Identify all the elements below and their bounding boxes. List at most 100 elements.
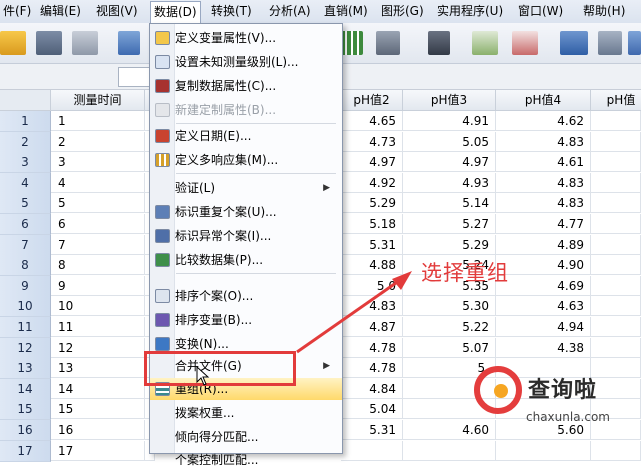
table-cell-ph2[interactable]: 4.97: [341, 152, 403, 172]
table-cell-time[interactable]: 3: [51, 152, 145, 172]
table-cell-time[interactable]: 15: [51, 399, 145, 419]
menu-graphs[interactable]: 图形(G): [378, 0, 427, 23]
menu-item-sort-cases[interactable]: 排序个案(O)...: [150, 285, 342, 307]
table-cell-ph3[interactable]: 5.30: [403, 296, 496, 316]
table-cell-ph3[interactable]: 4.93: [403, 173, 496, 193]
row-header[interactable]: 15: [0, 399, 51, 420]
table-cell-ph2[interactable]: 4.65: [341, 111, 403, 131]
menu-item-propensity-score-matching[interactable]: 倾向得分匹配...: [150, 426, 342, 448]
table-cell-ph5[interactable]: [591, 296, 641, 316]
table-cell-time[interactable]: 6: [51, 214, 145, 234]
menu-direct-marketing[interactable]: 直销(M): [321, 0, 371, 23]
table-cell-time[interactable]: 9: [51, 276, 145, 296]
menu-item-define-variable-properties[interactable]: 定义变量属性(V)...: [150, 27, 342, 49]
row-header[interactable]: 14: [0, 379, 51, 400]
menu-item-define-multiple-response[interactable]: 定义多响应集(M)...: [150, 149, 342, 171]
column-header-ph3[interactable]: pH值3: [403, 90, 496, 111]
row-header[interactable]: 2: [0, 132, 51, 153]
table-cell-ph5[interactable]: [591, 132, 641, 152]
column-header-ph4[interactable]: pH值4: [496, 90, 591, 111]
table-cell-time[interactable]: 17: [51, 441, 145, 461]
table-cell-ph3[interactable]: 4.97: [403, 152, 496, 172]
row-header[interactable]: 1: [0, 111, 51, 132]
table-cell-ph5[interactable]: [591, 235, 641, 255]
menu-file[interactable]: 件(F): [0, 0, 34, 23]
menu-item-set-measurement-level[interactable]: 设置未知测量级别(L)...: [150, 51, 342, 73]
table-cell-ph2[interactable]: 5.0: [341, 276, 403, 296]
table-cell-ph2[interactable]: 4.83: [341, 296, 403, 316]
insert-variable-icon[interactable]: [341, 31, 363, 55]
row-header[interactable]: 16: [0, 420, 51, 441]
table-cell-ph2[interactable]: 4.78: [341, 338, 403, 358]
table-cell-time[interactable]: 7: [51, 235, 145, 255]
table-cell-ph2[interactable]: 4.84: [341, 379, 403, 399]
select-cases-icon[interactable]: [472, 31, 498, 55]
menu-item-sort-variables[interactable]: 排序变量(B)...: [150, 309, 342, 331]
find-binoculars-icon[interactable]: [428, 31, 450, 55]
table-cell-ph4[interactable]: 4.62: [496, 111, 591, 131]
menu-item-copy-data-properties[interactable]: 复制数据属性(C)...: [150, 75, 342, 97]
row-header[interactable]: 4: [0, 173, 51, 194]
column-header-time[interactable]: 测量时间: [51, 90, 145, 111]
table-cell-time[interactable]: 12: [51, 338, 145, 358]
table-cell-ph2[interactable]: 5.31: [341, 420, 403, 440]
menu-view[interactable]: 视图(V): [93, 0, 141, 23]
row-header[interactable]: 7: [0, 235, 51, 256]
value-labels-icon[interactable]: [560, 31, 588, 55]
table-cell-time[interactable]: 10: [51, 296, 145, 316]
table-cell-ph2[interactable]: 4.73: [341, 132, 403, 152]
menu-item-case-control-matching[interactable]: 个案控制匹配...: [150, 449, 342, 471]
table-cell-ph3[interactable]: 5.27: [403, 214, 496, 234]
row-header[interactable]: 11: [0, 317, 51, 338]
cell-value-input[interactable]: [118, 67, 150, 87]
scale-icon[interactable]: [598, 31, 622, 55]
row-header[interactable]: 8: [0, 255, 51, 276]
row-header[interactable]: 9: [0, 276, 51, 297]
dialog-recall-icon[interactable]: [118, 31, 140, 55]
row-header[interactable]: 6: [0, 214, 51, 235]
table-cell-ph4[interactable]: 4.63: [496, 296, 591, 316]
table-cell-ph2[interactable]: [341, 441, 403, 461]
menu-item-identify-unusual-cases[interactable]: 标识异常个案(I)...: [150, 225, 342, 247]
table-cell-ph4[interactable]: 4.38: [496, 338, 591, 358]
table-cell-ph4[interactable]: 4.83: [496, 173, 591, 193]
table-cell-ph2[interactable]: 4.88: [341, 255, 403, 275]
menu-transform[interactable]: 转换(T): [208, 0, 255, 23]
table-cell-ph2[interactable]: 4.87: [341, 317, 403, 337]
table-cell-ph4[interactable]: 4.90: [496, 255, 591, 275]
print-icon[interactable]: [72, 31, 98, 55]
grid-icon[interactable]: [628, 31, 641, 55]
table-cell-ph4[interactable]: 4.83: [496, 193, 591, 213]
table-cell-ph5[interactable]: [591, 214, 641, 234]
table-cell-ph5[interactable]: [591, 152, 641, 172]
menu-help[interactable]: 帮助(H): [580, 0, 628, 23]
table-cell-ph4[interactable]: 4.83: [496, 132, 591, 152]
table-cell-ph5[interactable]: [591, 317, 641, 337]
table-cell-ph4[interactable]: 4.69: [496, 276, 591, 296]
table-cell-ph2[interactable]: 5.18: [341, 214, 403, 234]
table-cell-ph5[interactable]: [591, 193, 641, 213]
table-cell-time[interactable]: 13: [51, 358, 145, 378]
column-header-ph2[interactable]: pH值2: [341, 90, 403, 111]
table-cell-ph3[interactable]: 5.07: [403, 338, 496, 358]
table-cell-ph4[interactable]: 4.61: [496, 152, 591, 172]
table-cell-time[interactable]: 2: [51, 132, 145, 152]
menu-data[interactable]: 数据(D): [150, 1, 201, 24]
table-cell-ph3[interactable]: 5.05: [403, 132, 496, 152]
menu-analyze[interactable]: 分析(A): [266, 0, 314, 23]
menu-edit[interactable]: 编辑(E): [37, 0, 84, 23]
row-header[interactable]: 12: [0, 338, 51, 359]
table-cell-ph3[interactable]: 5.29: [403, 235, 496, 255]
menu-window[interactable]: 窗口(W): [515, 0, 566, 23]
row-header[interactable]: 3: [0, 152, 51, 173]
weight-cases-icon[interactable]: [512, 31, 538, 55]
menu-item-weight-cases[interactable]: 拨案权重...: [150, 402, 342, 424]
table-cell-ph5[interactable]: [591, 255, 641, 275]
table-cell-time[interactable]: 14: [51, 379, 145, 399]
table-cell-ph2[interactable]: 5.31: [341, 235, 403, 255]
menu-item-validation[interactable]: 验证(L) ▶: [150, 177, 342, 199]
menu-item-define-dates[interactable]: 定义日期(E)...: [150, 125, 342, 147]
row-header[interactable]: 5: [0, 193, 51, 214]
menu-utilities[interactable]: 实用程序(U): [434, 0, 506, 23]
table-cell-ph5[interactable]: [591, 173, 641, 193]
